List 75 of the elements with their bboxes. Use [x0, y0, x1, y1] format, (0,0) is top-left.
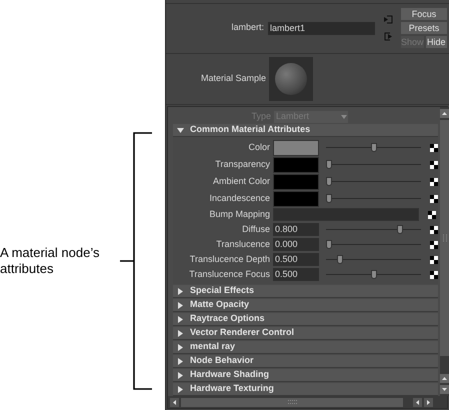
section-header[interactable]: Node Behavior	[173, 355, 438, 368]
scrollbar-thumb[interactable]	[181, 398, 403, 406]
slider[interactable]	[326, 143, 421, 152]
dropdown-caret-icon	[340, 114, 348, 120]
section-header[interactable]: Raytrace Options	[173, 313, 438, 326]
slider[interactable]	[326, 160, 421, 169]
value-field[interactable]: 0.500	[273, 268, 319, 281]
vertical-scrollbar[interactable]	[440, 107, 449, 396]
section-header[interactable]: Matte Opacity	[173, 299, 438, 312]
attribute-label: Translucence	[215, 238, 271, 251]
attribute-label: Bump Mapping	[208, 208, 271, 221]
bump-mapping-field[interactable]	[273, 208, 419, 221]
color-swatch[interactable]	[273, 156, 319, 172]
slider-thumb[interactable]	[326, 240, 332, 249]
slider-thumb[interactable]	[326, 177, 332, 186]
map-button-icon[interactable]	[430, 240, 438, 248]
color-swatch[interactable]	[273, 174, 319, 190]
attribute-label: Ambient Color	[212, 174, 271, 188]
section-header[interactable]: Hardware Shading	[173, 369, 438, 382]
input-connection-icon[interactable]	[384, 15, 392, 24]
slider-thumb[interactable]	[370, 270, 376, 279]
value-field[interactable]: 0.800	[273, 223, 319, 236]
section-header[interactable]: Vector Renderer Control	[173, 327, 438, 340]
scroll-left-icon[interactable]	[170, 398, 179, 406]
attribute-label: Incandescence	[208, 192, 271, 205]
color-swatch[interactable]	[273, 140, 319, 156]
scrollbar-thumb[interactable]	[440, 120, 449, 356]
slider-thumb[interactable]	[370, 143, 376, 152]
horizontal-scrollbar[interactable]	[168, 396, 447, 408]
section-header[interactable]: Special Effects	[173, 285, 438, 298]
expanded-triangle-icon	[177, 126, 184, 134]
slider-thumb[interactable]	[336, 255, 343, 264]
color-swatch[interactable]	[273, 190, 319, 206]
slider[interactable]	[326, 194, 421, 203]
toggle-button[interactable]: Hide	[426, 36, 447, 48]
section-header[interactable]: Hardware Texturing	[173, 383, 438, 396]
grip-icon	[442, 234, 448, 242]
slider[interactable]	[326, 225, 421, 234]
attribute-label: Color	[247, 140, 271, 154]
node-name-field[interactable]: lambert1	[268, 22, 375, 35]
node-label: lambert:	[231, 21, 264, 34]
material-sample-label: Material Sample	[200, 72, 266, 85]
sphere-preview-icon	[275, 62, 307, 95]
scroll-right-icon[interactable]	[424, 398, 433, 406]
scroll-up-icon[interactable]	[440, 109, 449, 118]
value-field[interactable]: 0.500	[273, 253, 319, 266]
slider-thumb[interactable]	[326, 160, 332, 169]
map-button-icon[interactable]	[430, 194, 438, 202]
grip-icon	[286, 399, 298, 405]
map-button-icon[interactable]	[430, 144, 438, 152]
attribute-label: Translucence Depth	[188, 252, 271, 266]
attribute-label: Transparency	[214, 158, 271, 171]
value-field[interactable]: 0.000	[273, 238, 319, 251]
slider[interactable]	[326, 177, 421, 186]
section-header[interactable]: Common Material Attributes	[173, 124, 438, 137]
slider-thumb[interactable]	[397, 225, 404, 234]
callout-text: A material node’s attributes	[0, 245, 100, 277]
map-button-icon[interactable]	[430, 178, 438, 186]
attribute-label: Diffuse	[241, 222, 271, 236]
slider[interactable]	[326, 240, 421, 249]
panel-button[interactable]: Presets	[401, 22, 447, 34]
panel-button[interactable]: Focus	[401, 8, 447, 20]
map-button-icon[interactable]	[430, 160, 438, 168]
attribute-label: Translucence Focus	[188, 268, 271, 281]
map-button-icon[interactable]	[430, 270, 438, 278]
map-button-icon[interactable]	[430, 226, 438, 234]
slider[interactable]	[326, 270, 421, 279]
section-header[interactable]: mental ray	[173, 341, 438, 354]
map-button-icon[interactable]	[430, 256, 438, 264]
slider[interactable]	[326, 255, 421, 264]
scroll-up-icon[interactable]	[440, 374, 449, 383]
scroll-left-icon[interactable]	[413, 398, 422, 406]
map-button-icon[interactable]	[428, 210, 436, 218]
slider-thumb[interactable]	[326, 194, 332, 203]
scroll-down-icon[interactable]	[440, 385, 449, 394]
